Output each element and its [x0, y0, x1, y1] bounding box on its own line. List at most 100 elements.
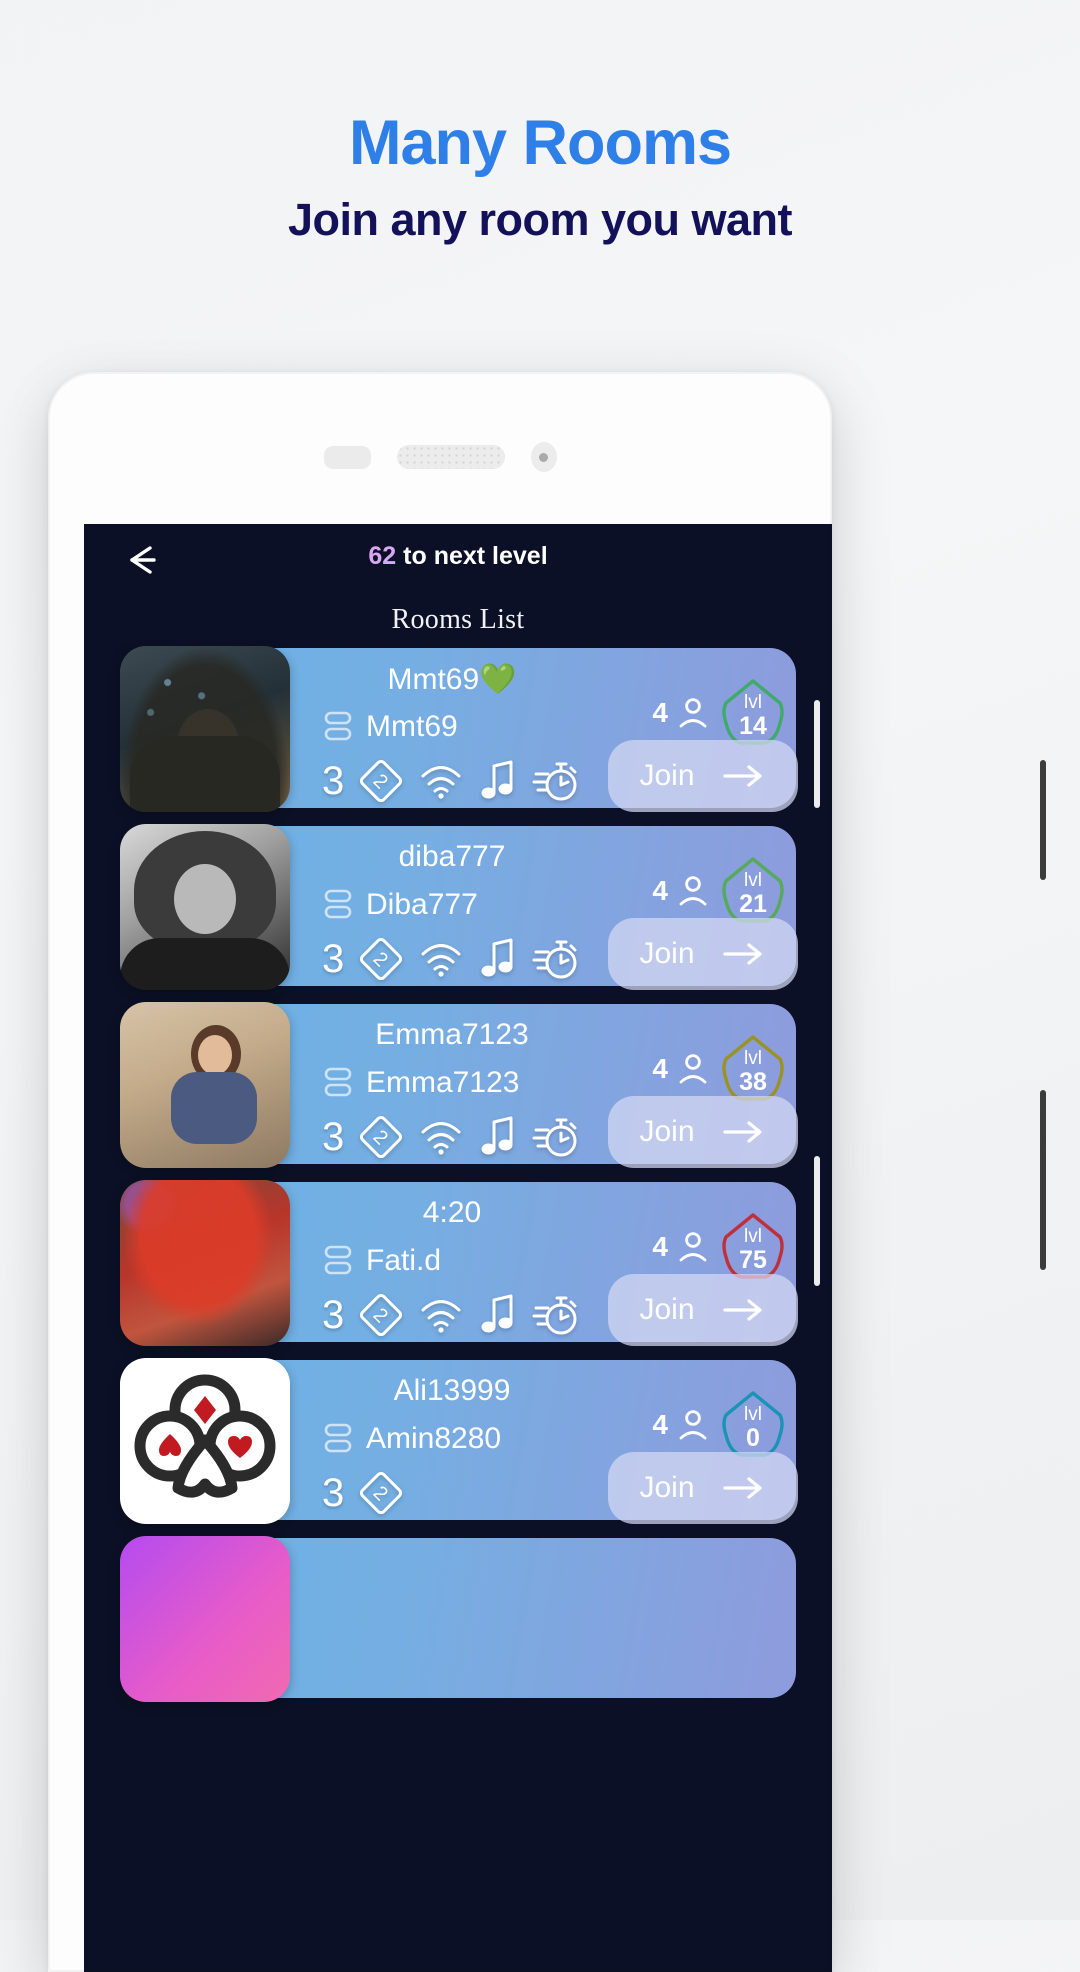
- level-badge: lvl 14: [720, 678, 786, 748]
- room-meta: 4 lvl 14: [652, 678, 786, 748]
- room-owner-row: Emma7123: [324, 1066, 519, 1100]
- wifi-icon: [421, 1122, 461, 1155]
- room-card[interactable]: Mmt69💚 Mmt69 3 2 4 lvl 14 Join: [120, 646, 798, 812]
- level-badge: lvl 38: [720, 1034, 786, 1104]
- join-button[interactable]: Join: [608, 918, 798, 990]
- room-owner-name: Amin8280: [366, 1422, 502, 1455]
- room-name: Mmt69💚: [387, 663, 517, 696]
- diamond-2-icon: 2: [360, 937, 403, 981]
- join-button[interactable]: Join: [608, 1452, 798, 1524]
- diamond-2-icon: 2: [360, 1471, 403, 1515]
- level-badge: lvl 21: [720, 856, 786, 926]
- room-avatar[interactable]: [120, 1358, 290, 1524]
- front-camera-icon: [530, 442, 557, 472]
- room-meta: 4 lvl 21: [652, 856, 786, 926]
- avatar-image: [120, 1358, 290, 1524]
- stopwatch-icon: [532, 1296, 577, 1335]
- room-features: 32: [322, 758, 580, 804]
- room-capacity-number: 3: [322, 937, 345, 981]
- room-card[interactable]: 4:20 Fati.d 3 2 4 lvl 75 Join: [120, 1180, 798, 1346]
- level-badge-label: lvl: [744, 691, 762, 713]
- list-stack-icon: [324, 1067, 352, 1097]
- scrollbar-thumb-b[interactable]: [814, 1156, 820, 1286]
- cards-logo-icon: [134, 1374, 276, 1498]
- room-avatar[interactable]: [120, 824, 290, 990]
- room-avatar[interactable]: [120, 1536, 290, 1702]
- join-button[interactable]: Join: [608, 1274, 798, 1346]
- room-avatar[interactable]: [120, 646, 290, 812]
- level-badge-label: lvl: [744, 869, 762, 891]
- join-button[interactable]: Join: [608, 1096, 798, 1168]
- join-button-label: Join: [639, 1293, 695, 1326]
- list-stack-icon: [324, 889, 352, 919]
- app-screen: 62 to next level Rooms List Mmt69💚 Mmt69 3 2…: [84, 524, 832, 1972]
- level-badge-value: 14: [739, 711, 767, 740]
- phone-volume-button: [1040, 1090, 1046, 1270]
- room-features: 32: [322, 1470, 404, 1516]
- avatar-image: [120, 646, 290, 812]
- diamond-2-icon: 2: [360, 1293, 403, 1337]
- room-owner-name: Diba777: [366, 888, 478, 921]
- people-count-group: 4: [652, 1051, 710, 1087]
- music-note-icon: [481, 1116, 513, 1155]
- wifi-icon: [421, 944, 461, 977]
- phone-earpiece-grille: [396, 445, 505, 469]
- phone-speaker-row: [48, 442, 832, 472]
- avatar-image: [120, 824, 290, 990]
- room-meta: 4 lvl 75: [652, 1212, 786, 1282]
- music-note-icon: [481, 938, 513, 977]
- phone-sensor-pill: [323, 445, 371, 469]
- app-bar: 62 to next level: [84, 524, 832, 592]
- diamond-2-icon: 2: [360, 759, 403, 803]
- people-count-group: 4: [652, 873, 710, 909]
- room-card-partial[interactable]: [120, 1536, 796, 1702]
- level-badge-value: 21: [739, 889, 767, 918]
- svg-text:2: 2: [369, 1304, 392, 1327]
- room-card[interactable]: diba777 Diba777 3 2 4 lvl 21 Join: [120, 824, 798, 990]
- svg-text:2: 2: [369, 948, 392, 971]
- people-count-group: 4: [652, 695, 710, 731]
- people-count-group: 4: [652, 1229, 710, 1265]
- list-stack-icon: [324, 711, 352, 741]
- people-count: 4: [652, 1053, 668, 1084]
- page-subtitle: Join any room you want: [287, 194, 793, 245]
- join-button-label: Join: [639, 1115, 695, 1148]
- phone-power-button: [1040, 760, 1046, 880]
- room-card[interactable]: Emma7123 Emma7123 3 2 4 lvl 38 Join: [120, 1002, 798, 1168]
- people-count-group: 4: [652, 1407, 710, 1443]
- list-stack-icon: [324, 1245, 352, 1275]
- level-badge: lvl 75: [720, 1212, 786, 1282]
- rooms-list[interactable]: Mmt69💚 Mmt69 3 2 4 lvl 14 Join diba777 Diba777 3 2 4…: [84, 646, 832, 1702]
- section-title: Rooms List: [391, 604, 525, 635]
- join-button-label: Join: [639, 1471, 695, 1504]
- svg-text:2: 2: [369, 770, 392, 793]
- room-features: 32: [322, 1114, 580, 1160]
- room-card[interactable]: Ali13999 Amin8280 3 2 4 lvl 0 Join: [120, 1358, 798, 1524]
- room-capacity-number: 3: [322, 1293, 345, 1337]
- level-badge-value: 75: [739, 1245, 767, 1274]
- stopwatch-icon: [532, 762, 577, 801]
- person-icon: [679, 698, 707, 728]
- level-badge-value: 38: [739, 1067, 767, 1096]
- room-avatar[interactable]: [120, 1180, 290, 1346]
- wifi-icon: [421, 1300, 461, 1333]
- room-avatar[interactable]: [120, 1002, 290, 1168]
- page-title: Many Rooms: [348, 108, 732, 178]
- level-badge-label: lvl: [744, 1225, 762, 1247]
- music-note-icon: [481, 760, 513, 799]
- level-badge: lvl 0: [720, 1390, 786, 1460]
- person-icon: [679, 876, 707, 906]
- person-icon: [679, 1410, 707, 1440]
- phone-mockup: 62 to next level Rooms List Mmt69💚 Mmt69 3 2…: [48, 372, 832, 1972]
- avatar-image: [120, 1180, 290, 1346]
- people-count: 4: [652, 875, 668, 906]
- join-button[interactable]: Join: [608, 740, 798, 812]
- room-name: diba777: [398, 840, 506, 873]
- scrollbar-track[interactable]: [814, 616, 826, 1972]
- people-count: 4: [652, 1409, 668, 1440]
- avatar-image: [120, 1536, 290, 1702]
- scrollbar-thumb-a[interactable]: [814, 700, 820, 808]
- level-badge-label: lvl: [744, 1403, 762, 1425]
- join-button-label: Join: [639, 937, 695, 970]
- join-button-label: Join: [639, 759, 695, 792]
